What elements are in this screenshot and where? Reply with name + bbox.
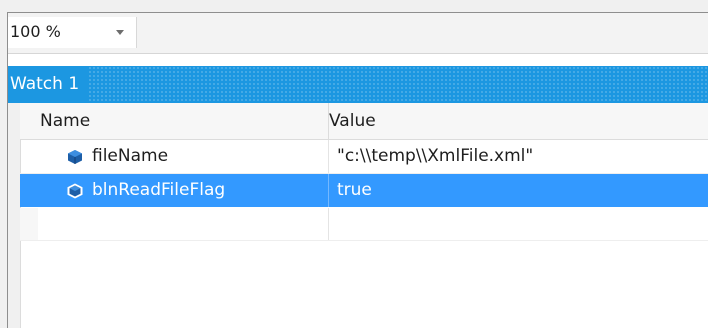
cell-separator [328,140,329,173]
table-row-selected[interactable]: blnReadFileFlag true [20,174,708,207]
chevron-down-icon[interactable] [116,30,124,35]
cell-separator [328,208,329,240]
watch-tab-header[interactable]: Watch 1 [8,66,708,103]
zoom-dropdown[interactable]: 100 % [8,17,137,48]
table-row[interactable]: fileName "c:\\temp\\XmlFile.xml" [20,140,708,174]
field-icon [67,183,83,199]
column-header-row: Name Value [20,103,708,140]
watch-item-value[interactable]: "c:\\temp\\XmlFile.xml" [337,140,533,173]
watch-item-name: fileName [92,146,169,166]
watch-item-name: blnReadFileFlag [92,180,226,200]
zoom-toolbar: 100 % [8,13,708,54]
watch-grid: Name Value fileName "c:\\temp\\XmlFile.x… [8,103,708,328]
zoom-value: 100 % [10,22,61,41]
cell-separator [328,174,329,207]
watch-tab-title[interactable]: Watch 1 [8,66,90,103]
row-lead-cell [20,208,38,240]
watch-window: 100 % Watch 1 Name Value fileName "c:\\t… [7,12,708,328]
new-watch-row[interactable] [20,208,708,241]
column-header-name[interactable]: Name [40,103,90,139]
field-icon [68,150,82,164]
column-header-value[interactable]: Value [329,103,376,139]
watch-item-value[interactable]: true [337,174,372,207]
